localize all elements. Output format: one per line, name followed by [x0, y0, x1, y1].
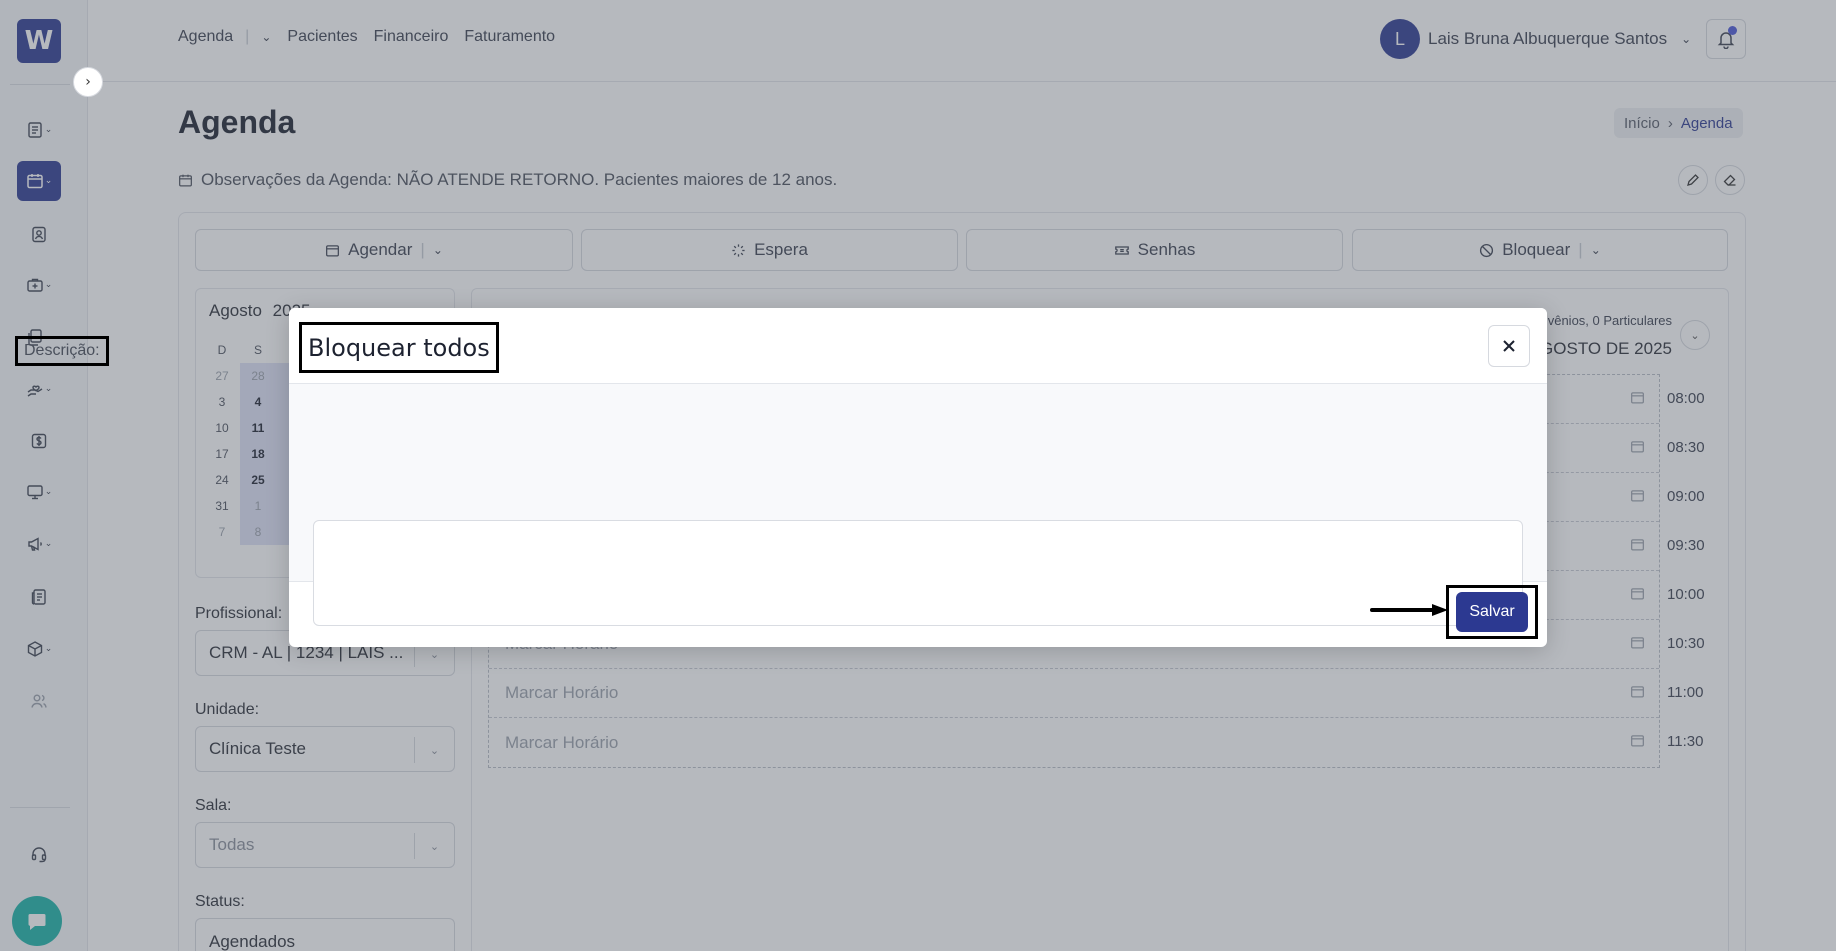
- description-label: Descrição:: [15, 336, 109, 366]
- modal-title: Bloquear todos: [299, 322, 499, 373]
- sidebar-expand-button[interactable]: ›: [73, 67, 103, 97]
- save-button-highlight: Salvar: [1446, 585, 1538, 639]
- modal-header: Bloquear todos: [289, 308, 1547, 384]
- block-all-modal: Bloquear todos Salvar: [289, 308, 1547, 647]
- modal-body: [289, 384, 1547, 626]
- description-textarea[interactable]: [313, 520, 1523, 626]
- close-button[interactable]: [1488, 325, 1530, 367]
- save-button[interactable]: Salvar: [1456, 592, 1528, 632]
- chevron-right-icon: ›: [85, 74, 91, 90]
- arrow-right-annotation-icon: [1370, 604, 1448, 616]
- close-icon: [1503, 340, 1515, 352]
